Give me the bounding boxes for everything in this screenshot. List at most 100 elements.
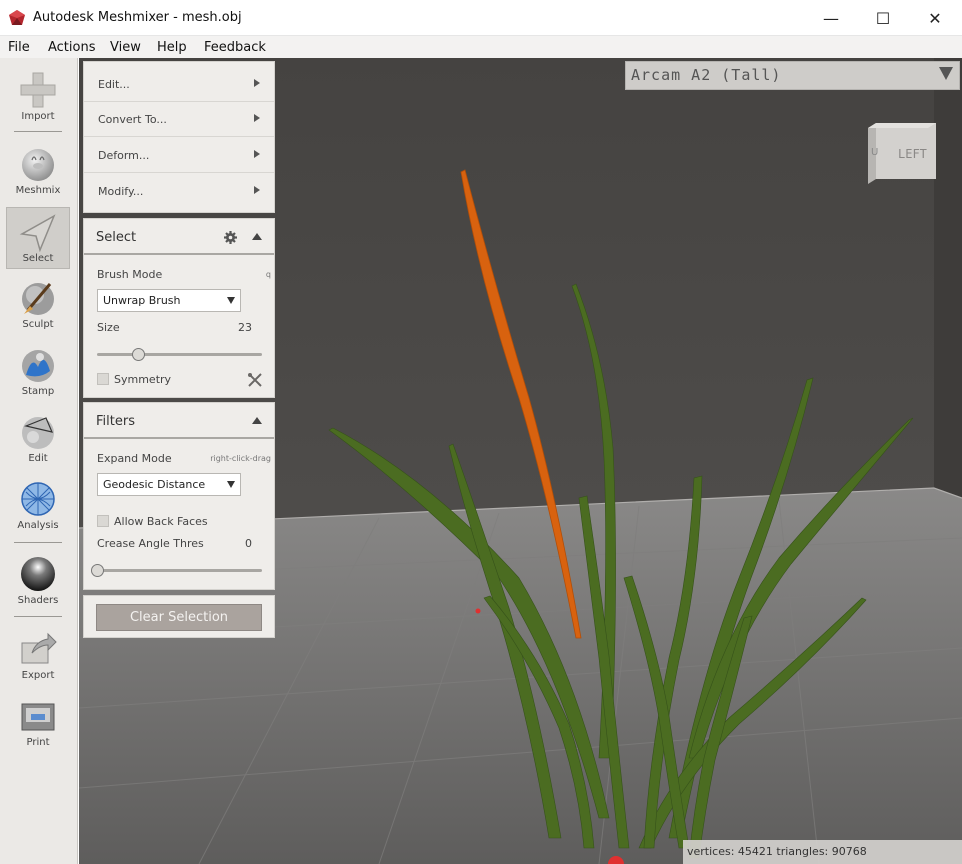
- brush-mode-select[interactable]: Unwrap Brush: [97, 289, 241, 312]
- menu-help[interactable]: Help: [157, 40, 187, 55]
- tool-shaders[interactable]: Shaders: [6, 550, 70, 612]
- menu-bar: File Actions View Help Feedback: [0, 36, 962, 58]
- tool-meshmix-label: Meshmix: [15, 185, 61, 196]
- toolbar-divider: [14, 131, 62, 132]
- crease-slider-thumb[interactable]: [91, 564, 104, 577]
- select-panel: Select Brush Mode q Unwrap Brush Size 23…: [83, 218, 275, 398]
- gear-icon[interactable]: [224, 231, 237, 244]
- brush-mode-hotkey: q: [265, 270, 271, 279]
- op-deform-label: Deform...: [98, 149, 150, 162]
- close-button[interactable]: ✕: [912, 0, 958, 36]
- allow-back-faces-checkbox[interactable]: [97, 515, 109, 527]
- tool-analysis[interactable]: Analysis: [6, 475, 70, 537]
- chevron-down-icon: [227, 481, 235, 488]
- tool-import[interactable]: Import: [6, 66, 70, 128]
- edit-sphere-icon: [22, 417, 54, 449]
- tool-import-label: Import: [21, 111, 55, 122]
- tool-select[interactable]: Select: [6, 207, 70, 269]
- size-label: Size: [97, 321, 120, 334]
- menu-file[interactable]: File: [8, 40, 30, 55]
- tool-stamp-label: Stamp: [21, 386, 55, 397]
- filters-panel-title: Filters: [96, 414, 135, 429]
- tool-print[interactable]: Print: [6, 692, 70, 754]
- submenu-arrow-icon: [254, 79, 260, 87]
- menu-feedback[interactable]: Feedback: [204, 40, 266, 55]
- op-convert-label: Convert To...: [98, 113, 167, 126]
- symmetry-label: Symmetry: [114, 373, 172, 386]
- meshmixer-logo-icon: [9, 10, 25, 25]
- menu-view[interactable]: View: [110, 40, 141, 55]
- maximize-button[interactable]: ☐: [860, 0, 906, 36]
- filters-panel-header[interactable]: Filters: [84, 403, 274, 439]
- symmetry-settings-icon[interactable]: [247, 372, 263, 388]
- symmetry-checkbox[interactable]: [97, 373, 109, 385]
- size-slider-thumb[interactable]: [132, 348, 146, 361]
- view-cube-back-text: U: [871, 147, 878, 158]
- op-deform-menu[interactable]: Deform...: [84, 138, 274, 173]
- submenu-arrow-icon: [254, 186, 260, 194]
- submenu-arrow-icon: [254, 150, 260, 158]
- cursor-arrow-icon: [19, 214, 56, 252]
- collapse-icon[interactable]: [252, 233, 262, 240]
- crease-angle-slider[interactable]: [91, 564, 262, 577]
- allow-back-faces-label: Allow Back Faces: [114, 515, 208, 528]
- tool-edit-label: Edit: [28, 453, 48, 464]
- brush-mode-value: Unwrap Brush: [103, 294, 181, 307]
- plus-icon: [20, 72, 56, 108]
- clear-selection-panel: Clear Selection: [83, 595, 275, 638]
- select-panel-header[interactable]: Select: [84, 219, 274, 255]
- mesh-stats: vertices: 45421 triangles: 90768: [683, 840, 962, 864]
- chevron-down-icon: [227, 297, 235, 304]
- select-panel-title: Select: [96, 230, 137, 245]
- view-cube-face-label: LEFT: [898, 147, 927, 161]
- tool-sidebar: Import Meshmix Select Sculpt Stamp Edit …: [0, 58, 78, 864]
- collapse-icon[interactable]: [252, 417, 262, 424]
- printer-icon: [21, 703, 55, 731]
- size-slider[interactable]: [97, 348, 262, 361]
- filters-panel: Filters Expand Mode right-click-drag Geo…: [83, 402, 275, 590]
- size-value: 23: [238, 321, 252, 334]
- crease-angle-value: 0: [245, 537, 252, 550]
- toolbar-divider: [14, 542, 62, 543]
- clear-selection-button[interactable]: Clear Selection: [96, 604, 262, 631]
- export-icon: [21, 632, 57, 664]
- shader-sphere-icon: [21, 557, 55, 591]
- tool-edit[interactable]: Edit: [6, 408, 70, 470]
- op-convert-menu[interactable]: Convert To...: [84, 102, 274, 137]
- minimize-button[interactable]: —: [808, 0, 854, 36]
- tool-sculpt-label: Sculpt: [22, 319, 54, 330]
- brush-mode-label: Brush Mode: [97, 268, 163, 281]
- expand-mode-label: Expand Mode: [97, 452, 172, 465]
- tool-stamp[interactable]: Stamp: [6, 341, 70, 403]
- op-modify-menu[interactable]: Modify...: [84, 174, 274, 209]
- expand-mode-select[interactable]: Geodesic Distance: [97, 473, 241, 496]
- tool-meshmix[interactable]: Meshmix: [6, 140, 70, 202]
- analysis-sphere-icon: [21, 482, 55, 516]
- printer-selector[interactable]: Arcam A2 (Tall): [625, 61, 960, 90]
- bunny-icon: [22, 149, 54, 181]
- op-modify-label: Modify...: [98, 185, 144, 198]
- dropdown-arrow-icon: [939, 67, 953, 80]
- printer-label: Arcam A2 (Tall): [631, 66, 782, 84]
- tool-export-label: Export: [21, 670, 55, 681]
- operations-panel: Edit... Convert To... Deform... Modify..…: [83, 61, 275, 213]
- expand-mode-value: Geodesic Distance: [103, 478, 206, 491]
- tool-export[interactable]: Export: [6, 625, 70, 687]
- brush-icon: [22, 283, 54, 315]
- expand-mode-hint: right-click-drag: [210, 454, 271, 463]
- stamp-icon: [22, 350, 54, 382]
- op-edit-label: Edit...: [98, 78, 130, 91]
- tool-select-label: Select: [22, 253, 54, 264]
- view-cube[interactable]: U LEFT: [866, 122, 938, 186]
- toolbar-divider: [14, 616, 62, 617]
- submenu-arrow-icon: [254, 114, 260, 122]
- crease-angle-label: Crease Angle Thres: [97, 537, 204, 550]
- window-title: Autodesk Meshmixer - mesh.obj: [33, 10, 242, 25]
- tool-analysis-label: Analysis: [17, 520, 59, 531]
- op-edit-menu[interactable]: Edit...: [84, 67, 274, 102]
- tool-sculpt[interactable]: Sculpt: [6, 274, 70, 336]
- menu-actions[interactable]: Actions: [48, 40, 96, 55]
- tool-shaders-label: Shaders: [17, 595, 59, 606]
- tool-print-label: Print: [26, 737, 50, 748]
- title-bar: Autodesk Meshmixer - mesh.obj — ☐ ✕: [0, 0, 962, 36]
